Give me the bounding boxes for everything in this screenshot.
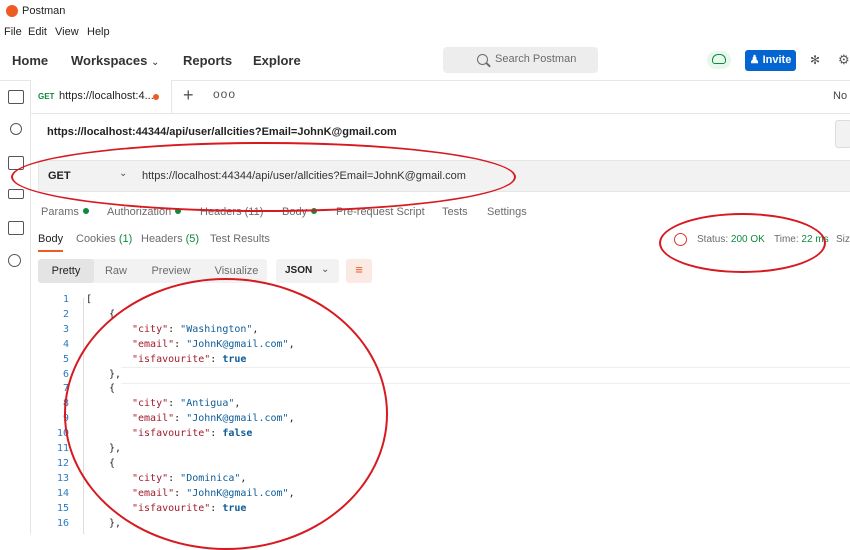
nav-reports[interactable]: Reports (183, 53, 232, 68)
invite-label: Invite (762, 54, 792, 66)
menu-file[interactable]: File (4, 26, 22, 38)
search-icon (477, 54, 488, 65)
satellite-icon[interactable]: ✻ (810, 53, 822, 67)
response-tab-headers-label: Headers (141, 233, 183, 245)
tab-params-label: Params (41, 206, 79, 218)
response-tab-test-results[interactable]: Test Results (210, 233, 270, 245)
code-line: [ (86, 294, 93, 305)
format-pretty-button[interactable]: Pretty (38, 259, 94, 283)
annotation-ellipse-body (64, 278, 388, 550)
line-number: 11 (56, 443, 69, 454)
collections-icon[interactable] (8, 90, 24, 104)
response-tab-body[interactable]: Body (38, 233, 63, 245)
nav-workspaces[interactable]: Workspaces ⌄ (71, 53, 159, 68)
search-placeholder: Search Postman (495, 53, 577, 65)
annotation-ellipse-request (11, 142, 516, 212)
postman-logo-icon (6, 5, 18, 17)
save-icon[interactable] (835, 120, 850, 148)
chevron-down-icon: ⌄ (150, 57, 160, 68)
format-raw-button[interactable]: Raw (98, 259, 134, 283)
line-number: 7 (62, 383, 69, 395)
tab-tests[interactable]: Tests (442, 206, 468, 218)
nav-home[interactable]: Home (12, 53, 48, 68)
cookies-count: (1) (118, 233, 133, 245)
unsaved-dot-icon (153, 94, 159, 100)
sidebar (0, 80, 31, 534)
cloud-sync-icon[interactable] (707, 51, 731, 69)
nav-explore[interactable]: Explore (253, 53, 301, 68)
menu-edit[interactable]: Edit (28, 26, 47, 38)
language-select[interactable]: JSON ⌄ (276, 259, 339, 283)
tab-settings[interactable]: Settings (487, 206, 527, 218)
active-tab-underline (38, 250, 63, 252)
indicator-dot-icon (82, 208, 89, 214)
line-number: 14 (56, 487, 69, 499)
line-number: 15 (56, 502, 69, 514)
line-number: 2 (62, 308, 69, 320)
code-line: }, (109, 517, 122, 529)
line-number: 3 (62, 323, 69, 335)
tab-title: https://localhost:4... (59, 90, 154, 102)
annotation-ellipse-status (659, 213, 826, 273)
response-tab-headers[interactable]: Headers (5) (141, 233, 199, 245)
search-box[interactable]: Search Postman (443, 47, 598, 73)
line-number: 5 (62, 353, 69, 365)
invite-button[interactable]: ♟ Invite (745, 50, 796, 71)
settings-icon[interactable]: ⚙ (838, 52, 850, 67)
line-number: 16 (56, 517, 69, 529)
more-tabs-button[interactable]: ooo (213, 87, 236, 101)
format-preview-button[interactable]: Preview (146, 259, 196, 283)
monitors-icon[interactable] (8, 221, 24, 235)
response-tab-cookies[interactable]: Cookies (1) (76, 233, 132, 245)
wrap-lines-icon[interactable]: ≡ (346, 259, 372, 283)
invite-person-icon: ♟ (749, 54, 760, 66)
line-number: 13 (56, 472, 69, 484)
line-number: 12 (56, 457, 69, 469)
history-icon[interactable] (8, 254, 21, 267)
request-tab[interactable]: GET https://localhost:4... (31, 80, 172, 113)
response-tab-cookies-label: Cookies (76, 233, 116, 245)
title-bar: Postman (0, 0, 850, 22)
nav-workspaces-label: Workspaces (71, 53, 148, 68)
line-number: 4 (62, 338, 69, 350)
mock-servers-icon[interactable] (8, 189, 24, 199)
line-number: 1 (62, 294, 69, 305)
tab-params[interactable]: Params (41, 206, 89, 218)
new-tab-button[interactable]: + (183, 85, 194, 106)
headers-count: (5) (185, 233, 200, 245)
request-tab-bar: GET https://localhost:4... + ooo No (31, 80, 850, 114)
line-number: 6 (62, 368, 69, 380)
menu-bar: File Edit View Help (0, 22, 850, 42)
request-name[interactable]: https://localhost:44344/api/user/allciti… (47, 126, 397, 138)
apis-icon[interactable] (10, 123, 22, 135)
response-size: Size (836, 234, 850, 245)
tab-method: GET (38, 92, 55, 101)
menu-help[interactable]: Help (87, 26, 110, 38)
chevron-down-icon: ⌄ (321, 264, 330, 275)
app-header: Home Workspaces ⌄ Reports Explore Search… (0, 42, 850, 81)
environment-select[interactable]: No (833, 90, 847, 102)
menu-view[interactable]: View (55, 26, 79, 38)
window-title: Postman (22, 5, 66, 17)
language-label: JSON (285, 265, 313, 276)
